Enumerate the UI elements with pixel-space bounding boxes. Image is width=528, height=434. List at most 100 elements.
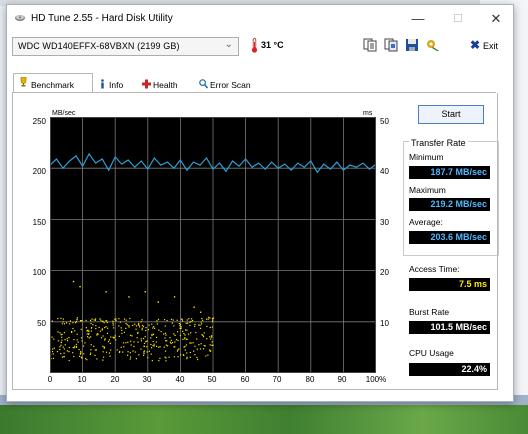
x-tick-label: 30 xyxy=(142,375,152,384)
access-time-point xyxy=(194,354,196,356)
access-time-point xyxy=(79,285,81,288)
access-time-point xyxy=(148,324,150,326)
cpu-usage-label: CPU Usage xyxy=(409,348,454,358)
drive-select[interactable]: WDC WD140EFFX-68VBXN (2199 GB) ⌄ xyxy=(12,37,239,56)
access-time-point xyxy=(211,326,214,328)
access-time-point xyxy=(165,344,167,346)
access-time-point xyxy=(60,353,62,355)
access-time-point xyxy=(107,327,109,329)
access-time-point xyxy=(93,345,95,347)
access-time-point xyxy=(81,320,83,322)
access-time-point xyxy=(81,340,83,342)
access-time-point xyxy=(123,331,125,333)
maximum-label: Maximum xyxy=(409,185,446,195)
access-time-point xyxy=(189,342,191,344)
access-time-point xyxy=(184,345,186,348)
access-time-point xyxy=(143,354,145,356)
access-time-point xyxy=(76,339,78,341)
tab-error-scan[interactable]: Error Scan xyxy=(194,76,266,92)
access-time-point xyxy=(80,356,83,358)
access-time-point xyxy=(179,325,181,327)
access-time-point xyxy=(90,319,92,322)
access-time-point xyxy=(138,322,140,324)
access-time-point xyxy=(86,359,88,361)
access-time-point xyxy=(185,344,188,346)
save-icon[interactable] xyxy=(405,38,419,52)
access-time-point xyxy=(63,332,65,334)
access-time-point xyxy=(201,317,203,320)
access-time-point xyxy=(119,321,122,323)
access-time-point xyxy=(57,340,60,342)
tab-health[interactable]: Health xyxy=(137,76,192,92)
title-bar[interactable]: HD Tune 2.55 - Hard Disk Utility — ☐ ✕ xyxy=(7,5,513,33)
access-time-point xyxy=(193,325,196,327)
start-button[interactable]: Start xyxy=(418,105,484,124)
access-time-point xyxy=(52,353,54,355)
access-time-point xyxy=(178,348,180,350)
access-time-point xyxy=(194,345,196,347)
tab-benchmark[interactable]: Benchmark xyxy=(13,73,93,93)
x-tick-label: 80 xyxy=(305,375,315,384)
exit-button[interactable]: Exit xyxy=(483,41,498,51)
tab-info[interactable]: Info xyxy=(93,76,135,92)
access-time-point xyxy=(164,332,167,334)
access-time-point xyxy=(153,326,155,328)
access-time-point xyxy=(145,340,147,343)
exit-icon[interactable]: ✖ xyxy=(470,38,480,52)
copy-text-icon[interactable] xyxy=(363,38,377,52)
access-time-point xyxy=(155,345,158,347)
minimum-label: Minimum xyxy=(409,152,444,162)
access-time-point xyxy=(122,351,124,353)
benchmark-icon xyxy=(20,77,27,87)
access-time-point xyxy=(74,322,77,324)
access-time-point xyxy=(125,319,127,321)
access-time-point xyxy=(96,358,98,360)
right-tick-label: 40 xyxy=(380,167,389,176)
access-time-point xyxy=(61,336,63,338)
access-time-point xyxy=(190,320,192,323)
access-time-point xyxy=(64,339,66,341)
benchmark-chart xyxy=(50,117,376,373)
access-time-point xyxy=(72,327,74,330)
access-time-point xyxy=(51,320,53,322)
options-icon[interactable] xyxy=(426,38,440,52)
access-time-point xyxy=(206,325,208,328)
access-time-point xyxy=(127,341,129,343)
access-time-point xyxy=(186,357,188,360)
access-time-point xyxy=(101,328,103,330)
access-time-point xyxy=(94,354,96,357)
access-time-point xyxy=(82,345,85,347)
access-time-point xyxy=(60,334,62,336)
access-time-point xyxy=(209,336,211,338)
access-time-point xyxy=(125,342,127,344)
access-time-point xyxy=(201,334,203,336)
access-time-point xyxy=(74,330,76,332)
access-time-point xyxy=(118,325,120,327)
access-time-point xyxy=(128,325,130,327)
access-time-point xyxy=(176,350,179,352)
copy-screenshot-icon[interactable] xyxy=(384,38,398,52)
maximize-button[interactable]: ☐ xyxy=(443,9,473,29)
access-time-point xyxy=(159,346,161,348)
access-time-point xyxy=(211,341,213,343)
access-time-point xyxy=(150,347,153,349)
access-time-point xyxy=(165,357,167,359)
access-time-point xyxy=(171,322,173,324)
access-time-point xyxy=(163,333,165,335)
left-tick-label: 100 xyxy=(32,268,46,277)
access-time-point xyxy=(141,324,144,327)
access-time-point xyxy=(183,354,185,357)
average-label: Average: xyxy=(409,217,443,227)
minimize-button[interactable]: — xyxy=(403,9,433,29)
access-time-point xyxy=(127,351,129,353)
access-time-point xyxy=(60,344,62,346)
tab-label: Benchmark xyxy=(31,80,74,90)
close-button[interactable]: ✕ xyxy=(481,9,511,29)
access-time-point xyxy=(184,337,186,339)
access-time-point xyxy=(62,346,64,348)
access-time-point xyxy=(92,324,94,326)
access-time-point xyxy=(169,337,171,339)
access-time-point xyxy=(146,346,148,348)
access-time-point xyxy=(88,333,90,335)
access-time-point xyxy=(96,333,98,335)
